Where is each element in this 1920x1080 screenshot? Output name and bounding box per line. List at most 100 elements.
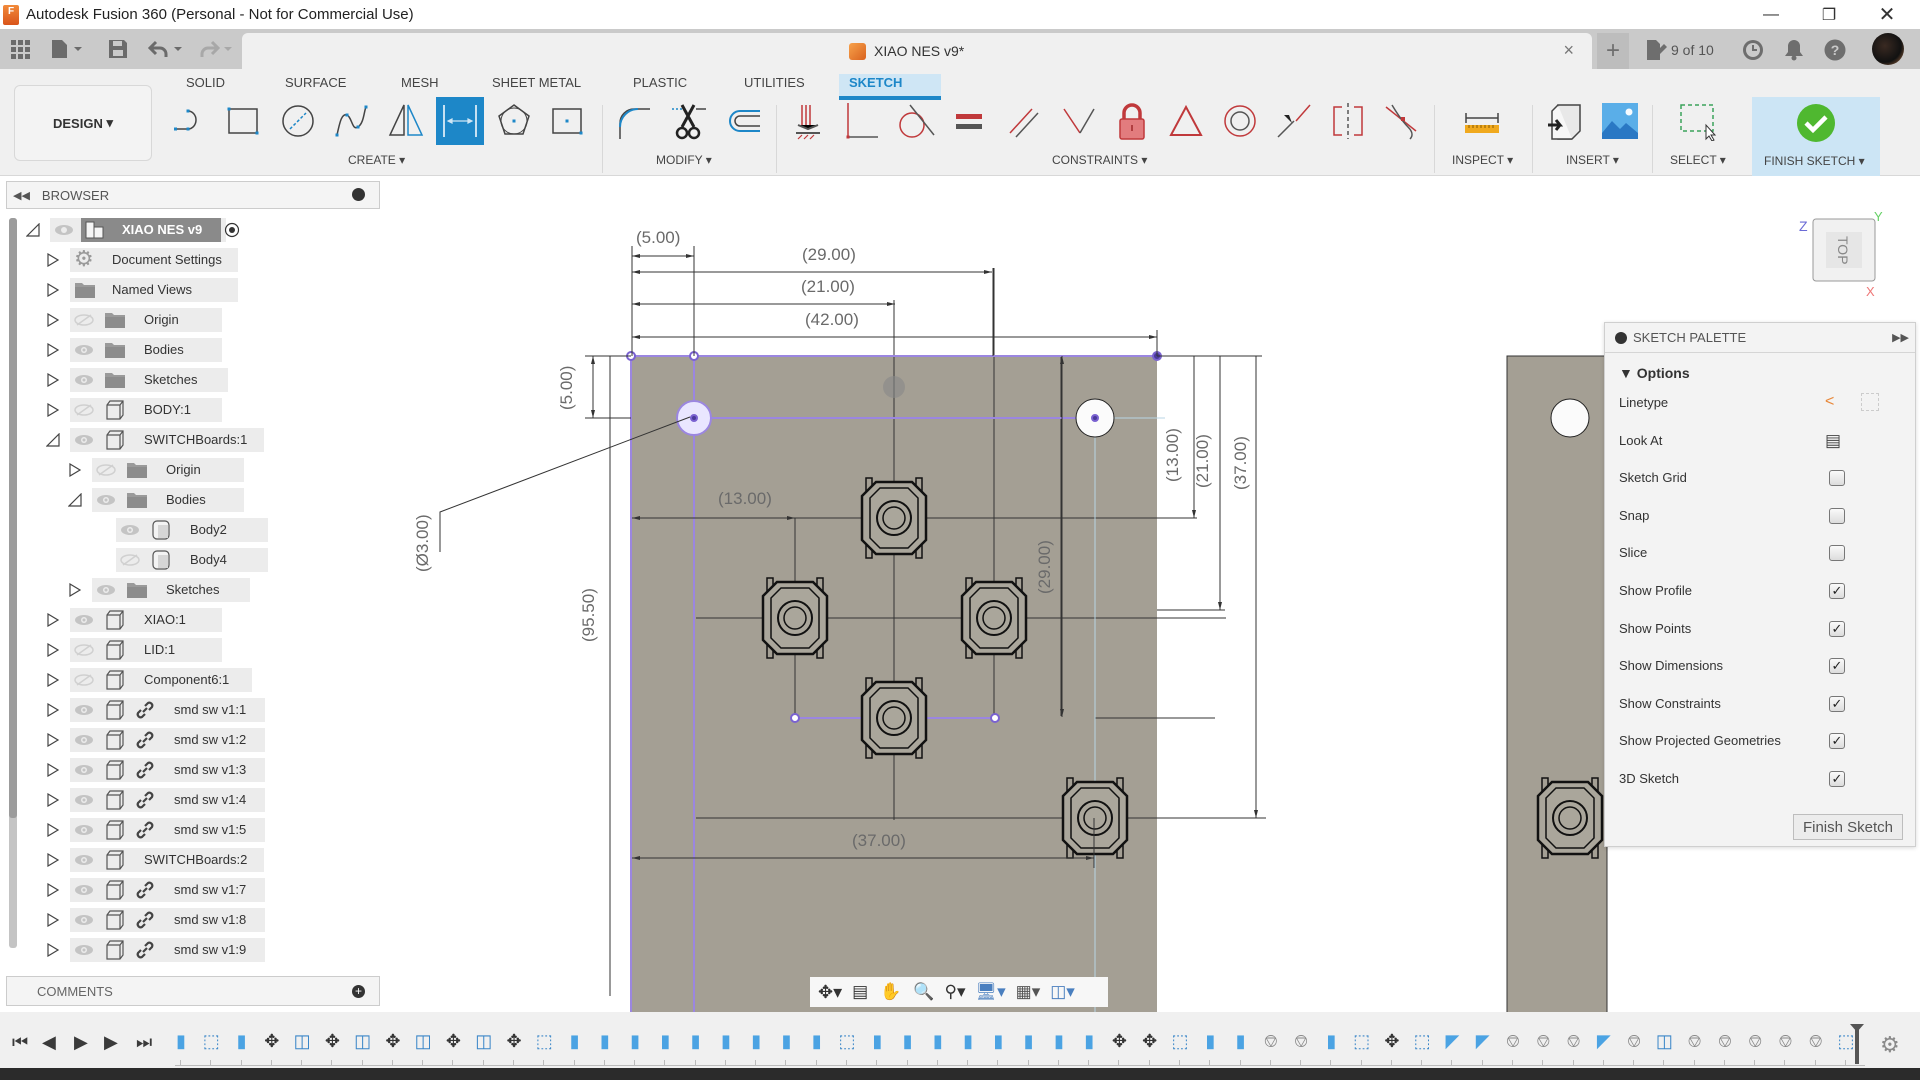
timeline-move-icon[interactable]: ✥ <box>383 1030 403 1052</box>
palette-checkbox[interactable]: ✓ <box>1829 583 1845 599</box>
tab-sheet-metal[interactable]: SHEET METAL <box>482 74 591 100</box>
expand-triangle-icon[interactable] <box>46 943 60 957</box>
browser-item[interactable]: Body4 <box>92 545 412 575</box>
browser-item[interactable]: Component6:1 <box>46 665 366 695</box>
minimize-button[interactable]: — <box>1742 0 1800 29</box>
timeline-rigid-group-icon[interactable]: ⎊ <box>1261 1030 1281 1052</box>
timeline-extrude-icon[interactable]: ▮ <box>898 1030 918 1052</box>
expand-triangle-icon[interactable] <box>46 253 60 267</box>
offset-tool[interactable] <box>720 99 764 143</box>
expand-palette-icon[interactable]: ▶▶ <box>1892 331 1909 344</box>
hidden-eye-icon[interactable] <box>74 404 94 416</box>
scrollbar-thumb[interactable] <box>9 218 17 818</box>
orbit-icon[interactable]: ✥▾ <box>818 982 842 1003</box>
collapse-triangle-icon[interactable] <box>68 493 82 507</box>
fillet-tool[interactable] <box>612 99 656 143</box>
spline-tool[interactable] <box>330 99 374 143</box>
timeline-joint-icon[interactable]: ◫ <box>413 1030 433 1052</box>
save-icon[interactable] <box>108 37 128 61</box>
centerline-linetype-icon[interactable] <box>1861 393 1879 411</box>
parallel-constraint[interactable] <box>1002 99 1046 143</box>
palette-checkbox[interactable]: ✓ <box>1829 695 1845 712</box>
timeline-sketch-icon[interactable]: ⬚ <box>1836 1030 1856 1052</box>
tangent-constraint[interactable] <box>894 99 938 143</box>
palette-options-icon[interactable] <box>1615 331 1627 344</box>
timeline-sketch-icon[interactable]: ⬚ <box>201 1030 221 1052</box>
history-icon[interactable] <box>1742 39 1764 61</box>
timeline-extrude-icon[interactable]: ▮ <box>988 1030 1008 1052</box>
timeline-sketch-icon[interactable]: ⬚ <box>1352 1030 1372 1052</box>
timeline-rigid-group-icon[interactable]: ⎊ <box>1806 1030 1826 1052</box>
browser-item[interactable]: smd sw v1:9 <box>46 935 366 965</box>
tab-solid[interactable]: SOLID <box>176 74 235 100</box>
go-to-end-button[interactable]: ⏭ <box>136 1032 152 1053</box>
switch-footprint[interactable] <box>1536 777 1604 859</box>
timeline-extrude-icon[interactable]: ▮ <box>867 1030 887 1052</box>
timeline-rigid-group-icon[interactable]: ⎊ <box>1685 1030 1705 1052</box>
dimension-label[interactable]: (29.00) <box>1035 540 1054 594</box>
grid-apps-icon[interactable] <box>10 37 30 61</box>
grid-settings-icon[interactable]: ▦▾ <box>1016 982 1041 1002</box>
visibility-eye-icon[interactable] <box>74 374 94 386</box>
restore-button[interactable]: ❐ <box>1800 0 1858 29</box>
browser-item[interactable]: smd sw v1:8 <box>46 905 366 935</box>
timeline-extrude-icon[interactable]: ▮ <box>807 1030 827 1052</box>
hidden-eye-icon[interactable] <box>120 554 140 566</box>
modify-menu[interactable]: MODIFY ▾ <box>656 153 712 167</box>
timeline-extrude-icon[interactable]: ▮ <box>171 1030 191 1052</box>
expand-triangle-icon[interactable] <box>46 853 60 867</box>
timeline-settings-gear-icon[interactable]: ⚙ <box>1880 1032 1900 1058</box>
fix-unfix-constraint[interactable] <box>1110 99 1154 143</box>
visibility-eye-icon[interactable] <box>74 854 94 866</box>
expand-triangle-icon[interactable] <box>46 673 60 687</box>
point-tool[interactable] <box>546 99 590 143</box>
dimension-label[interactable]: (42.00) <box>805 310 859 329</box>
timeline-extrude-icon[interactable]: ▮ <box>625 1030 645 1052</box>
undo-icon[interactable] <box>148 37 184 61</box>
hidden-eye-icon[interactable] <box>74 644 94 656</box>
browser-item[interactable]: ⚙ Document Settings <box>46 245 366 275</box>
expand-triangle-icon[interactable] <box>68 463 82 477</box>
mirror-tool[interactable] <box>384 99 428 143</box>
zoom-icon[interactable]: 🔍 <box>913 982 934 1002</box>
timeline-move-icon[interactable]: ✥ <box>322 1030 342 1052</box>
visibility-eye-icon[interactable] <box>74 764 94 776</box>
circle-tool[interactable] <box>276 99 320 143</box>
redo-icon[interactable] <box>198 37 234 61</box>
visibility-eye-icon[interactable] <box>74 944 94 956</box>
browser-item[interactable]: Origin <box>68 455 388 485</box>
expand-triangle-icon[interactable] <box>46 703 60 717</box>
avatar[interactable] <box>1872 33 1904 65</box>
measure-tool[interactable] <box>1460 99 1504 143</box>
dimension-label[interactable]: (13.00) <box>718 489 772 508</box>
switch-footprint[interactable] <box>960 577 1028 659</box>
collinear-constraint[interactable] <box>1272 99 1316 143</box>
palette-checkbox[interactable] <box>1829 507 1845 524</box>
browser-item[interactable]: XIAO:1 <box>46 605 366 635</box>
timeline-move-icon[interactable]: ✥ <box>262 1030 282 1052</box>
timeline-joint-icon[interactable]: ◫ <box>292 1030 312 1052</box>
dimension-label[interactable]: (5.00) <box>557 366 576 410</box>
switch-footprint[interactable] <box>860 477 928 559</box>
switch-footprint[interactable] <box>1061 777 1129 859</box>
visibility-eye-icon[interactable] <box>74 824 94 836</box>
select-tool[interactable] <box>1676 99 1720 143</box>
timeline-extrude-icon[interactable]: ▮ <box>1200 1030 1220 1052</box>
expand-triangle-icon[interactable] <box>46 613 60 627</box>
hidden-eye-icon[interactable] <box>96 464 116 476</box>
options-section-toggle[interactable]: ▼ Options <box>1619 365 1690 381</box>
insert-canvas-tool[interactable] <box>1598 99 1642 143</box>
timeline-rigid-group-icon[interactable]: ⎊ <box>1745 1030 1765 1052</box>
expand-triangle-icon[interactable] <box>46 403 60 417</box>
timeline-flange-icon[interactable]: ◤ <box>1473 1030 1493 1052</box>
constraints-menu[interactable]: CONSTRAINTS ▾ <box>1052 153 1147 167</box>
insert-menu[interactable]: INSERT ▾ <box>1566 153 1619 167</box>
timeline-extrude-icon[interactable]: ▮ <box>655 1030 675 1052</box>
timeline-sketch-icon[interactable]: ⬚ <box>1412 1030 1432 1052</box>
switch-footprint[interactable] <box>761 577 829 659</box>
timeline-extrude-icon[interactable]: ▮ <box>686 1030 706 1052</box>
timeline-rigid-group-icon[interactable]: ⎊ <box>1775 1030 1795 1052</box>
curvature-constraint[interactable] <box>1380 99 1424 143</box>
job-status[interactable]: 9 of 10 <box>1645 39 1714 61</box>
timeline-joint-icon[interactable]: ◫ <box>1654 1030 1674 1052</box>
